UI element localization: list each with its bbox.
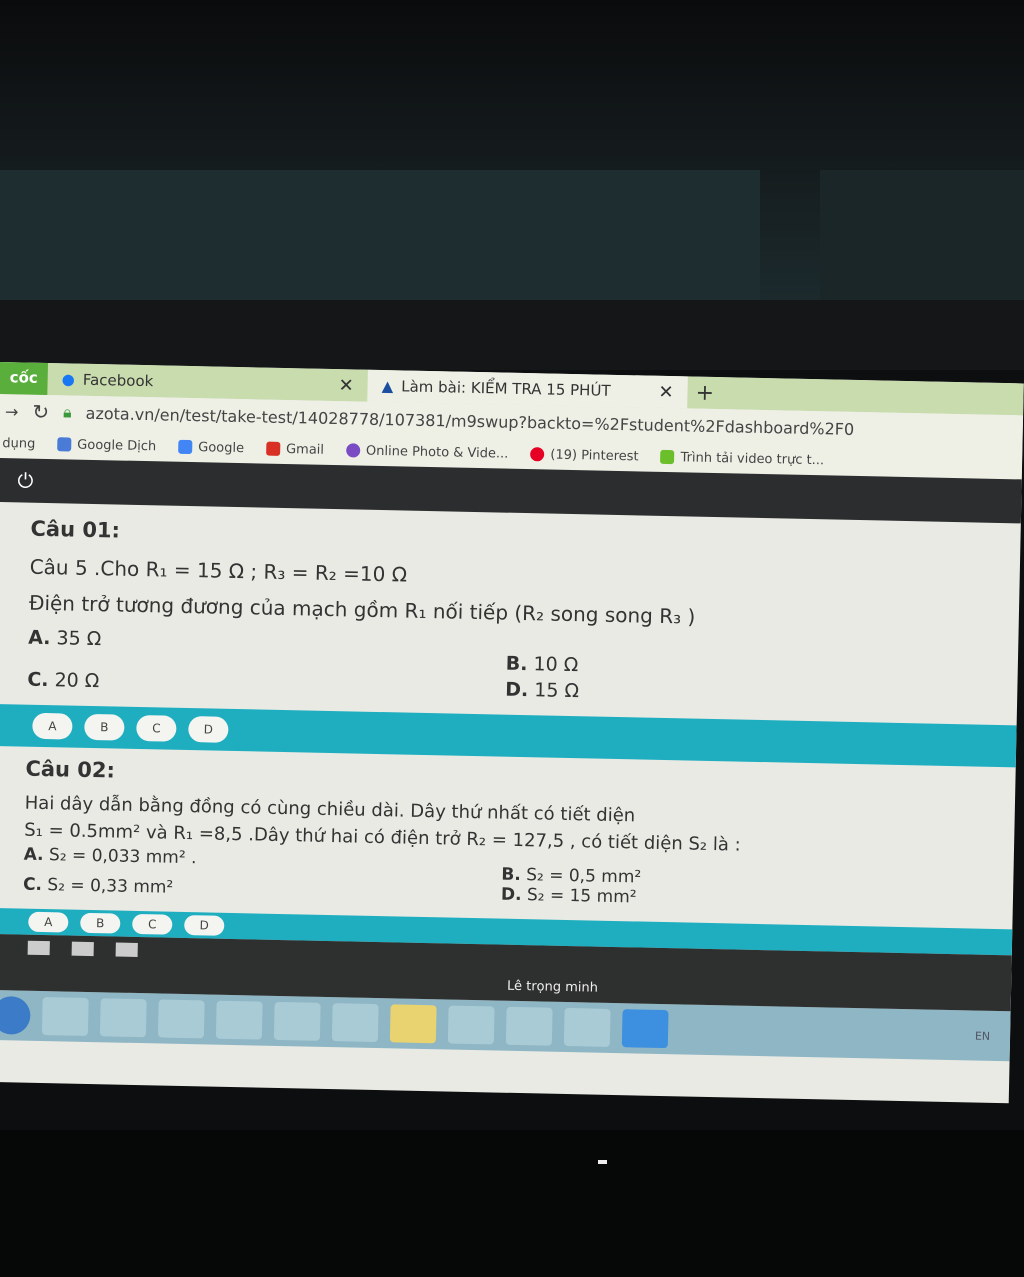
reload-icon[interactable]: ↻ (32, 400, 49, 424)
close-tab-icon[interactable]: ✕ (338, 375, 354, 396)
bookmark-gmail[interactable]: Gmail (265, 441, 325, 458)
background-window (0, 170, 760, 320)
start-button[interactable] (0, 995, 31, 1035)
bookmark-google[interactable]: Google (178, 439, 245, 456)
bookmark-online-photo[interactable]: Online Photo & Vide... (345, 443, 509, 462)
app-icon[interactable] (505, 1006, 553, 1046)
pinterest-icon (530, 447, 545, 462)
bookmark-label: Trình tải video trực t... (680, 449, 825, 468)
question-text: Câu 5 .Cho R₁ = 15 Ω ; R₃ = R₂ =10 Ω (29, 554, 408, 587)
monitor-screen: cốc ● Facebook ✕ ▲ Làm bài: KIỂM TRA 15 … (0, 362, 1024, 1104)
answer-b-button[interactable]: B (84, 713, 125, 741)
answer-a-button[interactable]: A (28, 911, 69, 933)
monitor-base (0, 1130, 1024, 1277)
question-2: Câu 02: Hai dây dẫn bằng đồng có cùng ch… (0, 746, 1016, 929)
media-player-icon[interactable] (99, 998, 147, 1038)
file-explorer-icon[interactable] (41, 997, 89, 1036)
answer-a-button[interactable]: A (32, 712, 73, 740)
tab-label: Facebook (82, 370, 154, 391)
question-title: Câu 02: (25, 756, 116, 783)
lock-icon: 🔒︎ (62, 402, 72, 422)
tab-azota[interactable]: ▲ Làm bài: KIỂM TRA 15 PHÚT ✕ (367, 369, 688, 409)
answer-c-button[interactable]: C (136, 714, 177, 742)
tab-label: Làm bài: KIỂM TRA 15 PHÚT (401, 377, 611, 400)
app-icon[interactable] (331, 1003, 379, 1043)
list-icon[interactable] (71, 941, 94, 957)
question-text: Điện trở tương đương của mạch gồm R₁ nối… (28, 590, 696, 629)
question-1: Câu 01: Câu 5 .Cho R₁ = 15 Ω ; R₃ = R₂ =… (0, 502, 1021, 725)
option-d: D. 15 Ω (505, 678, 580, 703)
user-name: Lê trọng minh (506, 978, 599, 996)
facebook-icon: ● (61, 370, 76, 389)
tab-facebook[interactable]: ● Facebook ✕ (47, 363, 368, 402)
language-indicator[interactable]: EN (975, 1029, 990, 1042)
tab-coc[interactable]: cốc (0, 362, 49, 396)
option-a: A. 35 Ω (28, 626, 102, 651)
chrome-icon[interactable] (563, 1007, 611, 1047)
power-led (598, 1160, 607, 1164)
options: A. 35 Ω B. 10 Ω C. 20 Ω D. 15 Ω (27, 627, 984, 711)
monitor-bezel (0, 300, 1024, 370)
bookmark-label: Gmail (285, 441, 325, 458)
question-title: Câu 01: (30, 516, 121, 543)
answer-d-button[interactable]: D (188, 716, 229, 743)
gmail-icon (265, 441, 281, 456)
bookmark-pinterest[interactable]: (19) Pinterest (530, 447, 639, 464)
bookmark-video-downloader[interactable]: Trình tải video trực t... (660, 449, 825, 468)
google-icon (178, 439, 193, 455)
new-tab-button[interactable]: + (695, 380, 714, 405)
forward-icon[interactable]: → (5, 402, 19, 421)
bookmark-label: Google Dịch (77, 437, 157, 454)
download-icon (660, 449, 675, 465)
report-icon[interactable] (27, 940, 50, 956)
notepad-icon[interactable] (447, 1005, 495, 1045)
bookmark-label: Google (198, 439, 245, 456)
option-c: C. 20 Ω (27, 668, 100, 693)
bookmark-label: Online Photo & Vide... (365, 443, 509, 462)
app-icon[interactable] (215, 1000, 263, 1040)
answer-b-button[interactable]: B (80, 912, 121, 934)
google-translate-icon (57, 437, 72, 452)
answer-d-button[interactable]: D (184, 914, 225, 936)
close-tab-icon[interactable]: ✕ (658, 381, 674, 402)
bookmark-apps[interactable]: dụng (2, 436, 35, 452)
bookmark-google-dich[interactable]: Google Dịch (57, 437, 156, 454)
app-icon[interactable] (157, 999, 205, 1039)
menu-icon[interactable] (115, 942, 138, 958)
photo-editor-icon (345, 443, 361, 458)
answer-c-button[interactable]: C (132, 913, 173, 935)
option-b: B. 10 Ω (505, 652, 579, 677)
zoom-icon[interactable] (621, 1009, 669, 1049)
bookmark-label: (19) Pinterest (550, 447, 639, 464)
zalo-icon[interactable] (389, 1004, 437, 1044)
azota-icon: ▲ (381, 377, 394, 396)
power-icon[interactable]: ⏻ (17, 468, 33, 492)
background-window (820, 170, 1024, 320)
app-icon[interactable] (273, 1001, 321, 1041)
